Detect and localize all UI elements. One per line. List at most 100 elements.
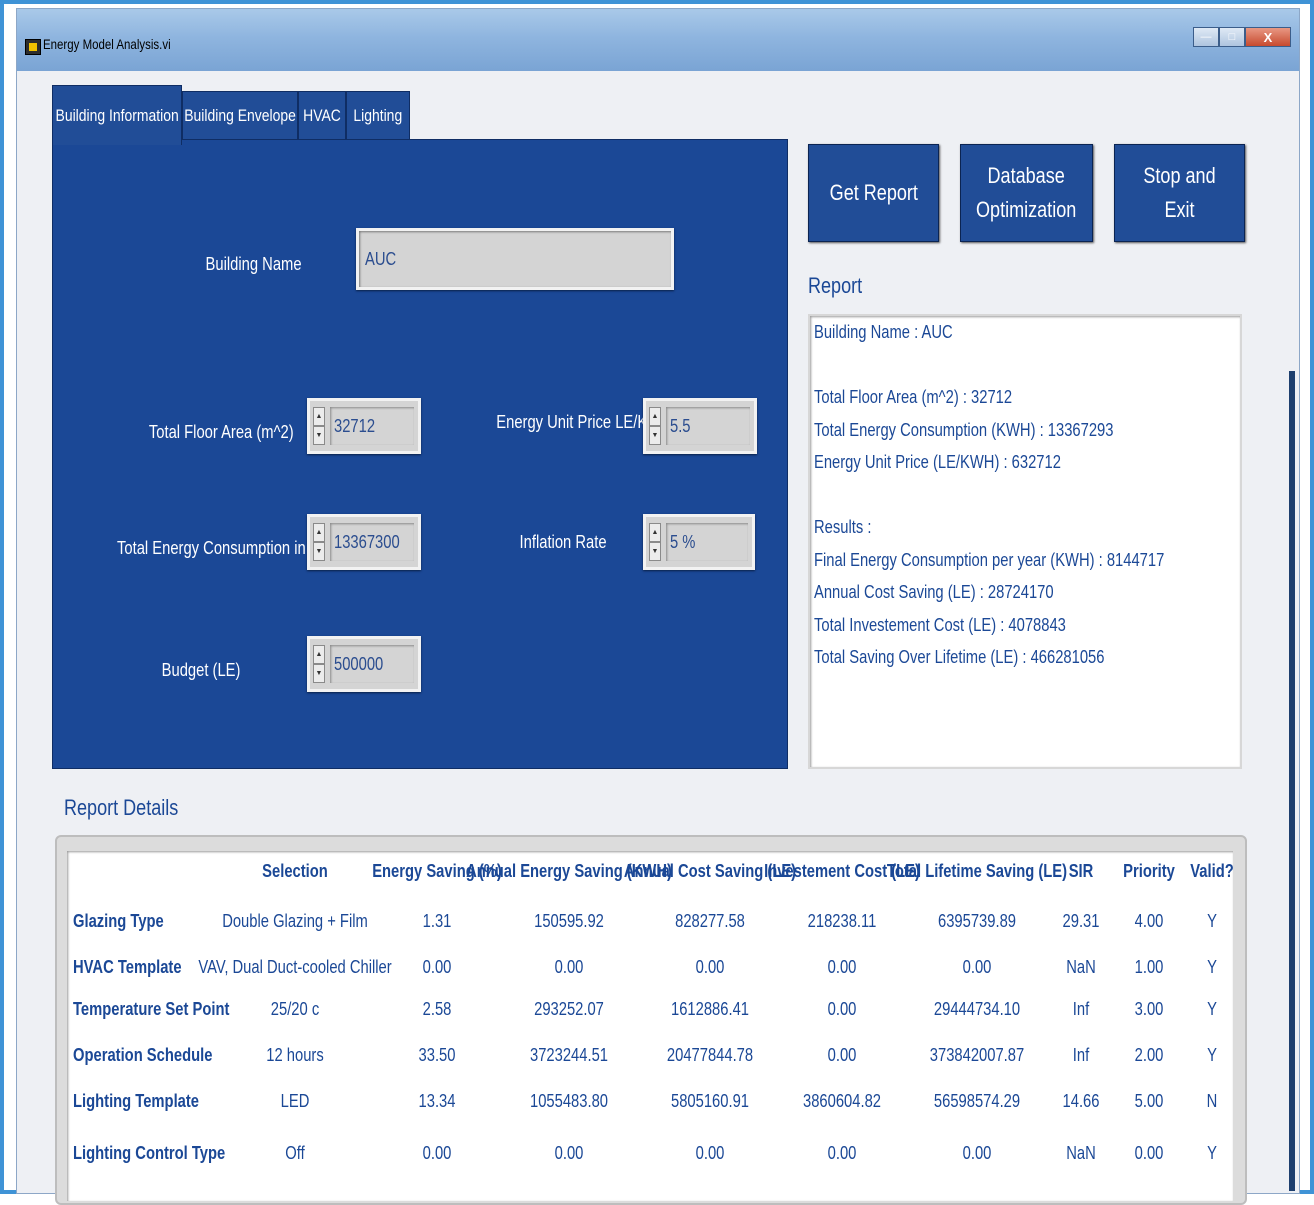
report-details-table-frame: Selection Energy Saving (%) Annual Energy … — [55, 835, 1247, 1205]
table-cell: 1612886.41 — [671, 999, 749, 1019]
table-cell: 2.00 — [1134, 1045, 1164, 1065]
table-cell: 14.66 — [1062, 1091, 1100, 1111]
database-optimization-button[interactable]: Database Optimization — [960, 144, 1093, 242]
stepper-arrows[interactable]: ▲ ▼ — [649, 407, 661, 445]
table-cell: 0.00 — [554, 1143, 584, 1163]
report-line — [814, 355, 1236, 388]
budget-label: Budget (LE) — [161, 660, 241, 680]
table-cell: 0.00 — [422, 1143, 452, 1163]
tab-label: Building Information — [55, 105, 179, 125]
get-report-button[interactable]: Get Report — [808, 144, 939, 242]
table-cell: 150595.92 — [534, 911, 604, 931]
table-cell: Inf — [1072, 999, 1090, 1019]
inflation-rate-value[interactable]: 5 % — [666, 523, 748, 561]
report-textbox[interactable]: Building Name : AUC Total Floor Area (m^… — [808, 314, 1242, 769]
table-cell: 33.50 — [418, 1045, 456, 1065]
scrollbar[interactable] — [1289, 371, 1295, 1191]
increment-icon[interactable]: ▲ — [313, 645, 325, 664]
table-cell: 5.00 — [1134, 1091, 1164, 1111]
table-cell: 0.00 — [827, 1045, 857, 1065]
report-line: Building Name : AUC — [814, 322, 953, 342]
energy-consumption-stepper[interactable]: ▲ ▼ 13367300 — [307, 514, 421, 570]
budget-value[interactable]: 500000 — [330, 645, 414, 683]
report-details-table[interactable]: Selection Energy Saving (%) Annual Energy … — [67, 851, 1234, 1201]
stop-and-exit-button[interactable]: Stop and Exit — [1114, 144, 1245, 242]
table-cell: 0.00 — [827, 1143, 857, 1163]
table-cell: N — [1206, 1091, 1218, 1111]
decrement-icon[interactable]: ▼ — [649, 426, 661, 445]
close-icon[interactable]: X — [1245, 27, 1291, 47]
floor-area-value[interactable]: 32712 — [330, 407, 414, 445]
floor-area-label: Total Floor Area (m^2) — [148, 422, 294, 442]
table-cell: 20477844.78 — [666, 1045, 754, 1065]
table-cell: Y — [1207, 1045, 1217, 1065]
decrement-icon[interactable]: ▼ — [313, 664, 325, 683]
table-cell: 1055483.80 — [530, 1091, 608, 1111]
table-cell: 218238.11 — [807, 911, 877, 931]
tab-lighting[interactable]: Lighting — [346, 91, 410, 139]
table-row-header: Temperature Set Point — [73, 999, 230, 1019]
decrement-icon[interactable]: ▼ — [313, 426, 325, 445]
table-cell: 5805160.91 — [671, 1091, 749, 1111]
table-cell: Y — [1207, 911, 1217, 931]
table-cell: 0.00 — [695, 1143, 725, 1163]
tab-building-envelope[interactable]: Building Envelope — [182, 91, 298, 139]
building-information-panel: Building Name AUC Total Floor Area (m^2)… — [52, 139, 788, 769]
building-name-field[interactable]: AUC — [356, 228, 674, 290]
budget-stepper[interactable]: ▲ ▼ 500000 — [307, 636, 421, 692]
table-cell: 0.00 — [554, 957, 584, 977]
tab-hvac[interactable]: HVAC — [298, 91, 346, 139]
table-cell: Y — [1207, 999, 1217, 1019]
table-cell: 3723244.51 — [530, 1045, 608, 1065]
decrement-icon[interactable]: ▼ — [313, 542, 325, 561]
table-cell: 0.00 — [962, 957, 992, 977]
floor-area-stepper[interactable]: ▲ ▼ 32712 — [307, 398, 421, 454]
table-cell: NaN — [1066, 1143, 1096, 1163]
table-row-header: Lighting Template — [73, 1091, 200, 1111]
table-cell: 3860604.82 — [803, 1091, 881, 1111]
table-cell: 828277.58 — [675, 911, 745, 931]
report-line — [814, 485, 1236, 518]
report-line: Total Floor Area (m^2) : 32712 — [814, 387, 1013, 407]
report-line: Total Energy Consumption (KWH) : 1336729… — [814, 419, 1114, 440]
table-row-header: Operation Schedule — [73, 1045, 213, 1065]
building-name-label: Building Name — [205, 254, 302, 274]
window-controls: — □ X — [1193, 27, 1291, 49]
stepper-arrows[interactable]: ▲ ▼ — [313, 523, 325, 561]
table-cell: 3.00 — [1134, 999, 1164, 1019]
decrement-icon[interactable]: ▼ — [649, 542, 661, 561]
table-row-header: Lighting Control Type — [73, 1143, 226, 1163]
report-line: Total Investement Cost (LE) : 4078843 — [814, 614, 1066, 635]
increment-icon[interactable]: ▲ — [649, 523, 661, 542]
energy-price-stepper[interactable]: ▲ ▼ 5.5 — [643, 398, 757, 454]
energy-price-value[interactable]: 5.5 — [666, 407, 750, 445]
table-cell: 0.00 — [695, 957, 725, 977]
stepper-arrows[interactable]: ▲ ▼ — [313, 645, 325, 683]
table-cell: 29.31 — [1062, 911, 1100, 931]
table-row-header: Glazing Type — [73, 911, 164, 931]
table-cell: 2.58 — [422, 999, 452, 1019]
table-cell: 0.00 — [1134, 1143, 1164, 1163]
increment-icon[interactable]: ▲ — [313, 407, 325, 426]
table-cell: Y — [1207, 1143, 1217, 1163]
table-cell: 25/20 c — [270, 999, 320, 1019]
tab-building-information[interactable]: Building Information — [52, 85, 182, 145]
minimize-icon[interactable]: — — [1193, 27, 1219, 47]
increment-icon[interactable]: ▲ — [649, 407, 661, 426]
table-cell: 293252.07 — [534, 999, 604, 1019]
report-line: Annual Cost Saving (LE) : 28724170 — [814, 582, 1054, 602]
table-cell: 12 hours — [266, 1045, 324, 1065]
table-cell: 0.00 — [962, 1143, 992, 1163]
report-label: Report — [808, 273, 863, 298]
inflation-rate-stepper[interactable]: ▲ ▼ 5 % — [643, 514, 755, 570]
report-line: Total Saving Over Lifetime (LE) : 466281… — [814, 647, 1105, 667]
table-cell: 1.00 — [1134, 957, 1164, 977]
table-cell: 13.34 — [418, 1091, 456, 1111]
report-line: Energy Unit Price (LE/KWH) : 632712 — [814, 452, 1061, 472]
stepper-arrows[interactable]: ▲ ▼ — [313, 407, 325, 445]
energy-consumption-value[interactable]: 13367300 — [330, 523, 414, 561]
increment-icon[interactable]: ▲ — [313, 523, 325, 542]
table-cell: 0.00 — [422, 957, 452, 977]
stepper-arrows[interactable]: ▲ ▼ — [649, 523, 661, 561]
maximize-icon[interactable]: □ — [1219, 27, 1245, 47]
